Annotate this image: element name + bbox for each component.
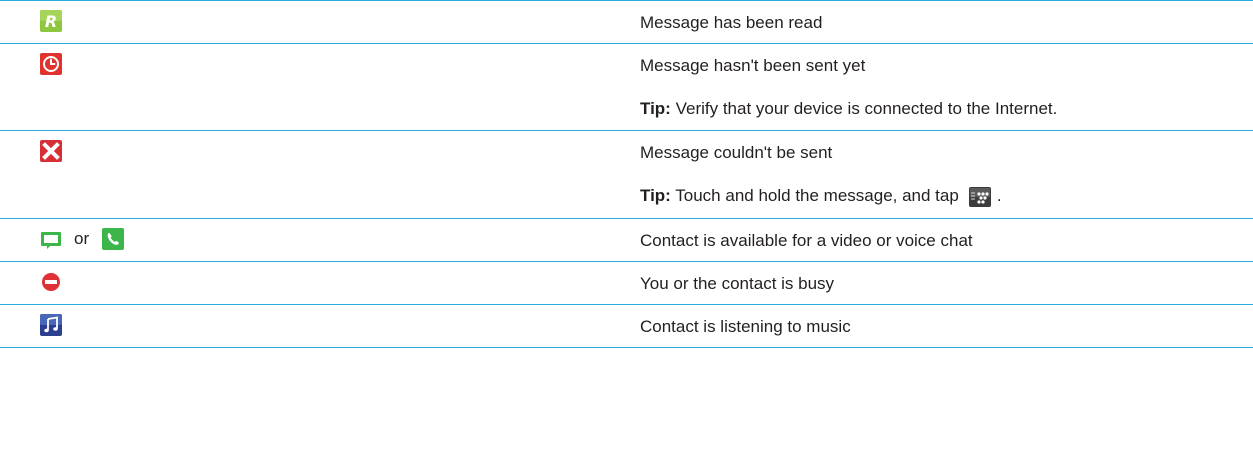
- svg-text:R: R: [45, 12, 57, 31]
- tip-label: Tip:: [640, 186, 671, 205]
- description-cell: Contact is listening to music: [640, 305, 851, 338]
- icon-cell: R: [40, 10, 62, 32]
- status-description: Message has been read: [640, 13, 823, 32]
- description-cell: You or the contact is busy: [640, 262, 834, 295]
- video-chat-icon: [41, 232, 61, 249]
- clock-icon: [40, 53, 62, 75]
- voice-chat-icon: [102, 228, 125, 250]
- icon-cell: [40, 53, 62, 75]
- status-description: Contact is listening to music: [640, 317, 851, 336]
- status-description: Message hasn't been sent yet: [640, 56, 866, 75]
- read-r-icon: R: [40, 10, 62, 32]
- tip-text: Touch and hold the message, and tap: [670, 186, 959, 205]
- tip-end: .: [996, 186, 1002, 205]
- status-description: Message couldn't be sent: [640, 143, 833, 162]
- status-icon-table: R Message has been read Message hasn't b…: [0, 0, 1253, 348]
- busy-icon: [42, 273, 60, 291]
- description-cell: Contact is available for a video or voic…: [640, 219, 973, 252]
- bbm-resend-icon: [968, 186, 991, 207]
- table-row: or Contact is available for a video or v…: [0, 218, 1253, 261]
- or-separator: or: [74, 229, 90, 248]
- tip-text: Verify that your device is connected to …: [670, 99, 1058, 118]
- table-row: Message couldn't be sent Tip: Touch and …: [0, 130, 1253, 218]
- description-cell: Message hasn't been sent yet Tip: Verify…: [640, 44, 1057, 120]
- status-description: Contact is available for a video or voic…: [640, 231, 973, 250]
- table-row: You or the contact is busy: [0, 261, 1253, 304]
- icon-cell: or: [40, 228, 125, 250]
- status-description: You or the contact is busy: [640, 274, 835, 293]
- description-cell: Message couldn't be sent Tip: Touch and …: [640, 131, 1002, 207]
- music-note-icon: [40, 314, 62, 336]
- icon-cell: [40, 140, 62, 162]
- tip-line: Tip: Touch and hold the message, and tap…: [640, 185, 1002, 207]
- table-row: R Message has been read: [0, 0, 1253, 43]
- table-row: Message hasn't been sent yet Tip: Verify…: [0, 43, 1253, 130]
- icon-cell: [40, 314, 62, 336]
- tip-line: Tip: Verify that your device is connecte…: [640, 98, 1057, 120]
- error-x-icon: [40, 140, 62, 162]
- icon-cell: [40, 271, 62, 293]
- tip-label: Tip:: [640, 99, 671, 118]
- description-cell: Message has been read: [640, 1, 822, 34]
- table-row: Contact is listening to music: [0, 304, 1253, 348]
